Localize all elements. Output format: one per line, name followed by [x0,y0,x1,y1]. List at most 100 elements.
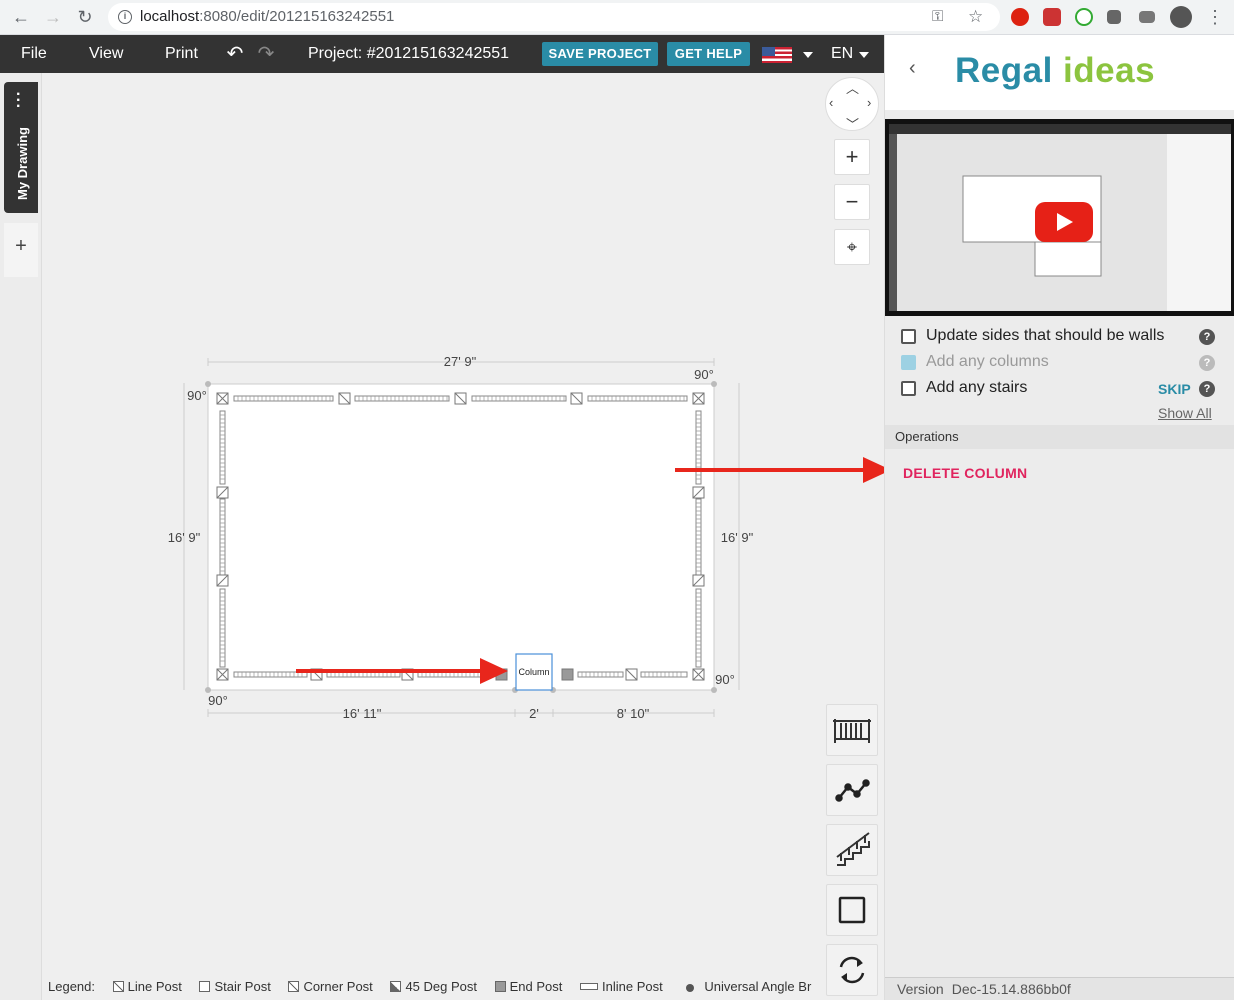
legend-label: Inline Post [602,979,663,994]
menu-file[interactable]: File [21,35,47,73]
recenter-icon[interactable]: ⌖ [834,229,870,265]
inline-post-icon [580,983,598,990]
app-toolbar: File View Print ↶ ↷ Project: #2012151632… [0,35,884,73]
play-icon[interactable] [1035,202,1093,242]
url-host: localhost [140,8,200,25]
chevron-up-icon[interactable]: ︿ [846,78,859,97]
stairs-icon [836,832,870,866]
railing-icon [833,719,871,743]
version-bar: Version Dec-15.14.886bb0f [885,977,1234,1000]
deck-drawing[interactable]: Column 27' 9" 16' 9" 16' 9" 16' 11" 2' 8… [42,73,884,1000]
info-icon[interactable]: i [118,10,132,24]
language-select[interactable]: EN [831,35,853,73]
legend-title: Legend: [48,979,95,994]
show-all-link[interactable]: Show All [1158,405,1212,421]
menu-view[interactable]: View [89,35,123,73]
dim-bottom-c: 8' 10" [617,706,650,721]
chevron-left-icon[interactable]: ‹ [829,95,833,110]
chevron-down-icon[interactable] [803,52,813,58]
menu-print[interactable]: Print [165,35,198,73]
puzzle-icon[interactable] [1107,10,1121,24]
kebab-menu-icon[interactable]: ⋮ [1204,6,1226,28]
universal-angle-icon [686,984,695,992]
browser-chrome: ← → ↻ i localhost:8080/edit/201215163242… [0,0,1234,35]
us-flag-icon[interactable] [762,47,792,63]
kebab-icon[interactable]: · · · [16,87,21,115]
star-icon[interactable]: ☆ [968,3,983,31]
dim-bottom-a: 16' 11" [343,706,382,721]
annotation-arrow [675,457,891,483]
pan-control[interactable]: ︿ ﹀ ‹ › [825,77,879,133]
version-label: Version [897,981,944,997]
dim-top: 27' 9" [444,354,477,369]
tab-my-drawing[interactable]: · · · My Drawing [4,82,38,213]
chevron-right-icon[interactable]: › [867,95,871,110]
rectangle-tool-button[interactable] [826,884,878,936]
legend-label: Universal Angle Br [704,979,812,994]
drawing-canvas[interactable]: Column 27' 9" 16' 9" 16' 9" 16' 11" 2' 8… [42,73,884,1000]
logo-part-b: ideas [1063,51,1156,90]
legend-line-post: Line Post [112,979,182,994]
legend-label: Line Post [127,979,182,994]
railing-tool-button[interactable] [826,704,878,756]
checkbox[interactable] [901,329,916,344]
help-icon[interactable]: ? [1199,381,1215,397]
zoom-in-button[interactable]: + [834,139,870,175]
tab-my-drawing-label: My Drawing [15,127,30,200]
legend-inline-post: Inline Post [580,979,663,994]
chevron-left-icon[interactable]: ‹ [909,57,916,80]
legend-label: End Post [509,979,563,994]
angle-bottom-left: 90° [208,693,228,708]
avatar[interactable] [1170,6,1192,28]
zoom-out-button[interactable]: − [834,184,870,220]
help-icon[interactable]: ? [1199,355,1215,371]
project-title: Project: #201215163242551 [308,45,510,62]
legend-45-deg-post: 45 Deg Post [390,979,477,994]
opera-extension-icon[interactable] [1011,8,1029,26]
extension-icon[interactable] [1043,8,1061,26]
legend: Legend: Line Post Stair Post Corner Post… [48,979,825,997]
media-icon[interactable] [1139,11,1155,23]
chevron-down-icon[interactable] [859,52,869,58]
undo-icon[interactable]: ↶ [224,43,246,65]
right-panel: ‹ Regal ideas Update sides that should b… [884,35,1234,1000]
save-project-button[interactable]: SAVE PROJECT [542,42,658,66]
operations-header: Operations [885,425,1234,449]
help-icon[interactable]: ? [1199,329,1215,345]
checklist-label: Add any stairs [926,379,1028,396]
add-drawing-button[interactable]: + [4,223,38,277]
version-value: Dec-15.14.886bb0f [951,981,1071,997]
back-arrow-icon[interactable]: ← [10,6,32,28]
delete-column-button[interactable]: DELETE COLUMN [903,465,1027,481]
skip-link[interactable]: SKIP [1158,381,1191,397]
key-icon[interactable]: ⚿ [932,3,943,31]
legend-stair-post: Stair Post [199,979,271,994]
reload-icon[interactable]: ↻ [74,6,96,28]
left-tab-strip: · · · My Drawing + [0,73,42,1000]
legend-corner-post: Corner Post [288,979,373,994]
get-help-button[interactable]: GET HELP [667,42,750,66]
line-tool-button[interactable] [826,764,878,816]
checklist-label: Add any columns [926,353,1049,370]
end-post-icon [494,981,506,992]
chevron-down-icon[interactable]: ﹀ [846,114,859,133]
dim-left: 16' 9" [168,530,201,545]
brand-logo: Regal ideas [955,51,1155,91]
tutorial-video[interactable] [885,119,1234,316]
square-icon [838,896,866,924]
address-bar[interactable]: i localhost:8080/edit/201215163242551 ⚿ … [108,3,1000,31]
forward-arrow-icon[interactable]: → [42,6,64,28]
rotate-tool-button[interactable] [826,944,878,996]
logo-part-a: Regal [955,51,1053,90]
legend-end-post: End Post [494,979,563,994]
legend-label: 45 Deg Post [405,979,477,994]
angle-top-right: 90° [694,367,714,382]
stair-post-icon [199,981,211,992]
redo-icon[interactable]: ↷ [255,43,277,65]
legend-label: Corner Post [303,979,373,994]
checkbox[interactable] [901,381,916,396]
check-extension-icon[interactable] [1075,8,1093,26]
stairs-tool-button[interactable] [826,824,878,876]
checkbox-checked[interactable] [901,355,916,370]
dim-right: 16' 9" [721,530,754,545]
